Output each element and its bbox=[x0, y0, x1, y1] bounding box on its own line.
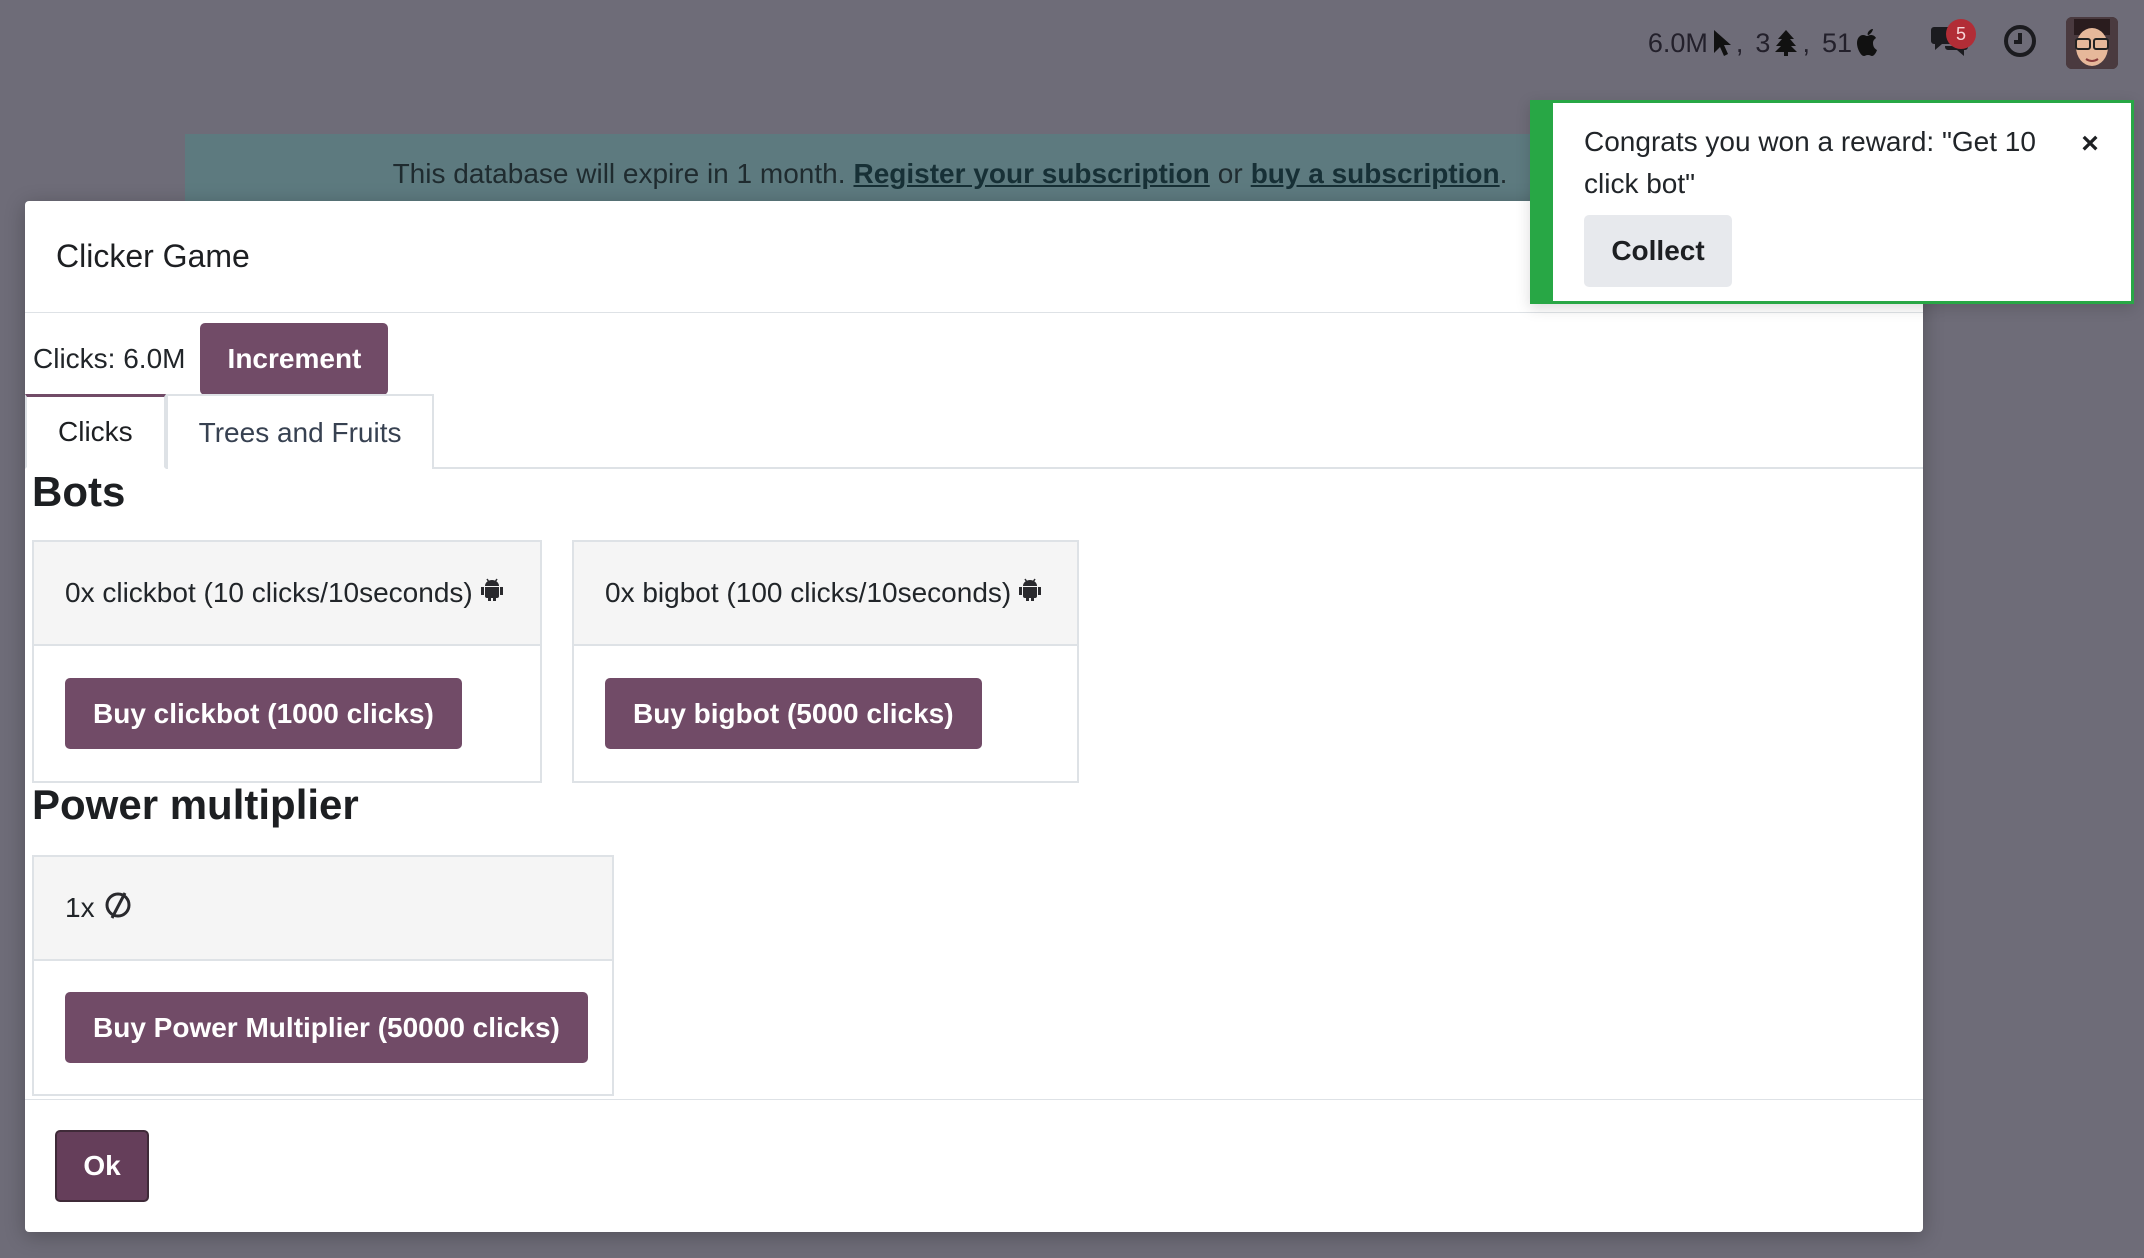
systray: 6.0M , 3 , 51 5 bbox=[1648, 14, 2118, 72]
reward-notification: Congrats you won a reward: "Get 10 click… bbox=[1530, 100, 2134, 304]
apple-icon bbox=[1856, 29, 1880, 57]
tree-icon bbox=[1774, 29, 1798, 57]
banner-period: . bbox=[1500, 158, 1508, 190]
clickbot-card: 0x clickbot (10 clicks/10seconds) Buy cl… bbox=[32, 540, 542, 783]
buy-clickbot-button[interactable]: Buy clickbot (1000 clicks) bbox=[65, 678, 462, 749]
banner-or: or bbox=[1218, 158, 1243, 190]
power-multiplier-card: 1x Buy Power Multiplier (50000 clicks) bbox=[32, 855, 614, 1096]
clicker-game-dialog: Clicker Game Clicks: 6.0M Increment Clic… bbox=[25, 201, 1923, 1232]
clickbot-text: 0x clickbot (10 clicks/10seconds) bbox=[65, 577, 473, 609]
systray-trees: 3 bbox=[1755, 28, 1770, 59]
messaging-menu[interactable]: 5 bbox=[1922, 15, 1978, 71]
expiry-text: This database will expire in 1 month. bbox=[393, 158, 846, 190]
collect-button[interactable]: Collect bbox=[1584, 215, 1732, 287]
bolt-icon bbox=[103, 890, 133, 927]
modal-title: Clicker Game bbox=[56, 238, 250, 275]
bigbot-card-header: 0x bigbot (100 clicks/10seconds) bbox=[574, 542, 1077, 646]
systray-clicks: 6.0M bbox=[1648, 28, 1708, 59]
pointer-icon bbox=[1712, 29, 1732, 57]
activity-menu[interactable] bbox=[1992, 15, 2048, 71]
modal-footer: Ok bbox=[25, 1099, 1923, 1232]
android-icon bbox=[481, 577, 503, 609]
tab-clicks[interactable]: Clicks bbox=[25, 394, 166, 469]
clock-icon bbox=[2003, 24, 2037, 63]
user-avatar[interactable] bbox=[2066, 17, 2118, 69]
systray-separator: , bbox=[1736, 28, 1744, 59]
clickbot-card-header: 0x clickbot (10 clicks/10seconds) bbox=[34, 542, 540, 646]
tab-bar: Clicks Trees and Fruits bbox=[25, 394, 1923, 469]
ok-button[interactable]: Ok bbox=[55, 1130, 149, 1202]
notification-message: Congrats you won a reward: "Get 10 click… bbox=[1584, 121, 2074, 205]
tab-trees-and-fruits[interactable]: Trees and Fruits bbox=[166, 394, 435, 469]
increment-button[interactable]: Increment bbox=[200, 323, 388, 395]
bigbot-card: 0x bigbot (100 clicks/10seconds) Buy big… bbox=[572, 540, 1079, 783]
clicks-row: Clicks: 6.0M Increment bbox=[33, 323, 388, 395]
clicker-counter[interactable]: 6.0M , 3 , 51 bbox=[1648, 28, 1880, 59]
power-multiplier-heading: Power multiplier bbox=[32, 781, 359, 829]
clicks-value: Clicks: 6.0M bbox=[33, 343, 185, 375]
register-subscription-link[interactable]: Register your subscription bbox=[853, 158, 1209, 190]
power-card-body: Buy Power Multiplier (50000 clicks) bbox=[34, 961, 612, 1094]
systray-separator-2: , bbox=[1802, 28, 1810, 59]
systray-fruits: 51 bbox=[1822, 28, 1852, 59]
bigbot-card-body: Buy bigbot (5000 clicks) bbox=[574, 646, 1077, 781]
bigbot-text: 0x bigbot (100 clicks/10seconds) bbox=[605, 577, 1011, 609]
bots-heading: Bots bbox=[32, 468, 125, 516]
messages-badge: 5 bbox=[1946, 19, 1976, 49]
close-icon[interactable]: × bbox=[2075, 129, 2105, 159]
modal-body: Clicks: 6.0M Increment Clicks Trees and … bbox=[25, 313, 1923, 1099]
power-text: 1x bbox=[65, 892, 95, 924]
clickbot-card-body: Buy clickbot (1000 clicks) bbox=[34, 646, 540, 781]
buy-power-multiplier-button[interactable]: Buy Power Multiplier (50000 clicks) bbox=[65, 992, 588, 1063]
android-icon bbox=[1019, 577, 1041, 609]
buy-bigbot-button[interactable]: Buy bigbot (5000 clicks) bbox=[605, 678, 982, 749]
buy-subscription-link[interactable]: buy a subscription bbox=[1251, 158, 1500, 190]
power-card-header: 1x bbox=[34, 857, 612, 961]
